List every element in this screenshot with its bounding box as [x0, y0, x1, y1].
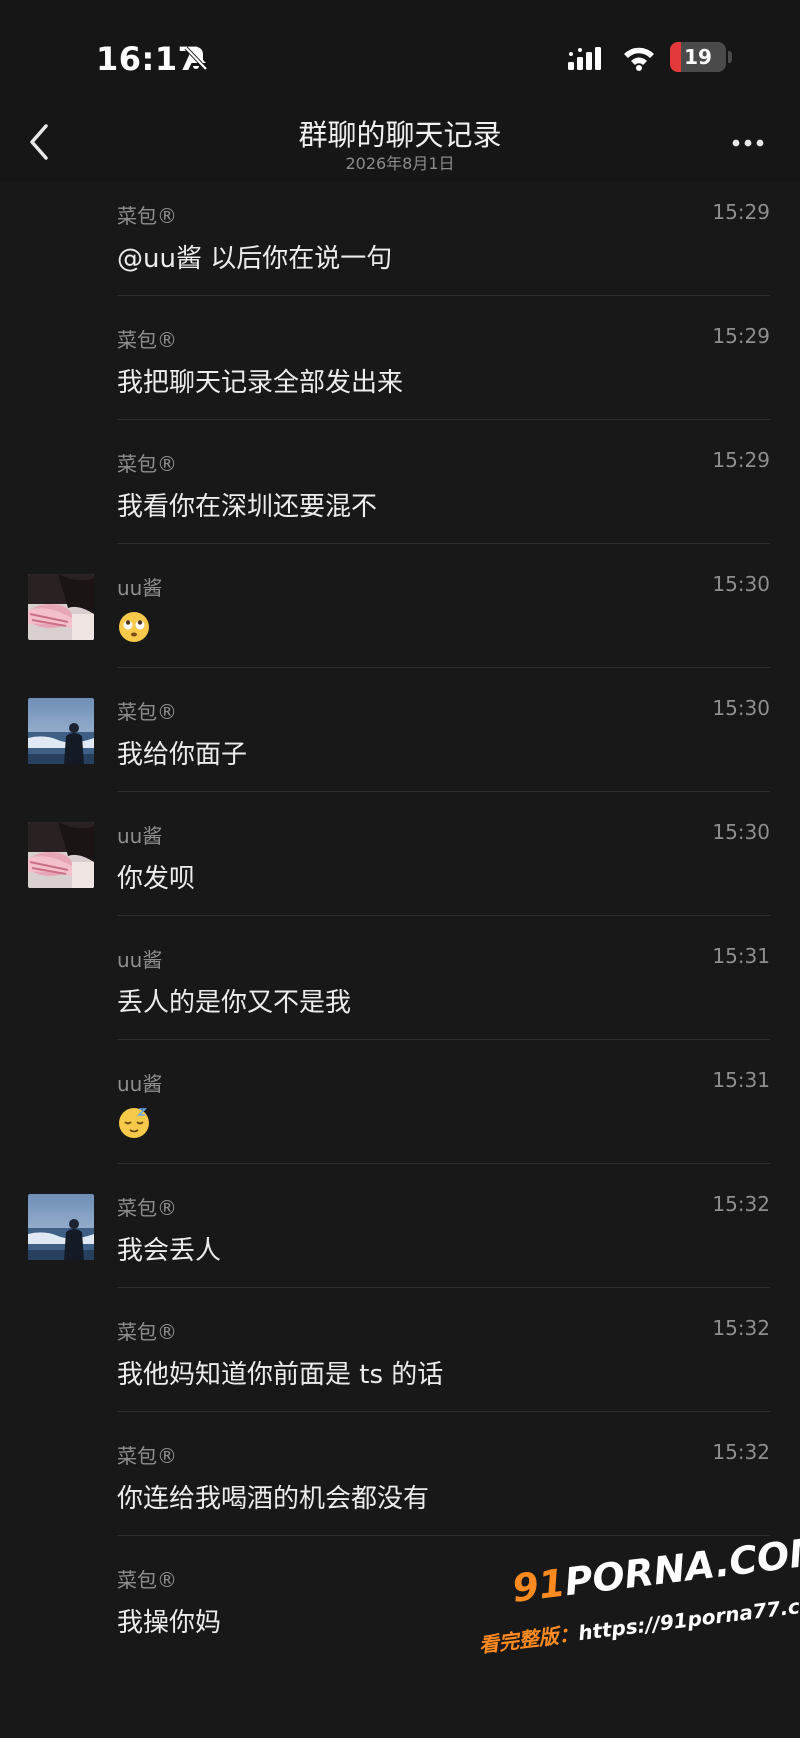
sender-name: 菜包®	[117, 700, 177, 724]
avatar[interactable]	[28, 1194, 94, 1260]
sleeping-emoji-icon	[117, 1106, 151, 1147]
message-time: 15:30	[712, 820, 770, 844]
page-subtitle: 2026年8月1日	[345, 154, 455, 173]
avatar[interactable]	[28, 698, 94, 764]
message-row[interactable]: uu酱 15:31 丢人的是你又不是我	[0, 900, 800, 1040]
cellular-signal-icon	[568, 47, 601, 70]
sender-name: uu酱	[117, 948, 163, 972]
message-text[interactable]: 我操你妈	[117, 1602, 221, 1639]
message-list[interactable]: 菜包®15:29你人设还要不菜包®15:29@uu酱 以后你在说一句菜包®15:…	[0, 0, 800, 1738]
message-time: 15:32	[712, 1192, 770, 1216]
message-time: 15:30	[712, 696, 770, 720]
message-text[interactable]: 你连给我喝酒的机会都没有	[117, 1478, 429, 1515]
sender-name: 菜包®	[117, 204, 177, 228]
sender-name: 菜包®	[117, 452, 177, 476]
message-row[interactable]: 菜包® 15:29 我把聊天记录全部发出来	[0, 280, 800, 420]
avatar[interactable]	[28, 574, 94, 640]
message-time: 15:31	[712, 944, 770, 968]
message-text[interactable]: 我给你面子	[117, 734, 247, 771]
avatar[interactable]	[28, 822, 94, 888]
message-time: 15:32	[712, 1440, 770, 1464]
message-text[interactable]: 丢人的是你又不是我	[117, 982, 351, 1019]
status-bar: 16:17 19	[0, 0, 800, 110]
sender-name: 菜包®	[117, 328, 177, 352]
sender-name: uu酱	[117, 576, 163, 600]
message-time: 15:30	[712, 572, 770, 596]
message-row[interactable]: 菜包® 15:30 我给你面子	[0, 652, 800, 792]
page-title: 群聊的聊天记录	[298, 118, 502, 152]
sender-name: 菜包®	[117, 1444, 177, 1468]
message-text[interactable]: @uu酱 以后你在说一句	[117, 238, 392, 275]
sender-name: 菜包®	[117, 1320, 177, 1344]
message-row[interactable]: uu酱 15:30	[0, 528, 800, 668]
message-text[interactable]: 我把聊天记录全部发出来	[117, 362, 403, 399]
message-text[interactable]: 你发呗	[117, 858, 195, 895]
battery-level: 19	[684, 45, 712, 69]
message-emoji[interactable]	[117, 610, 151, 651]
message-row[interactable]: uu酱 15:30 你发呗	[0, 776, 800, 916]
message-row[interactable]: 菜包® 15:32 我他妈知道你前面是 ts 的话	[0, 1272, 800, 1412]
message-time: 15:29	[712, 324, 770, 348]
message-time: 15:29	[712, 200, 770, 224]
message-row[interactable]: 菜包® 15:32 我会丢人	[0, 1148, 800, 1288]
top-bar: 16:17 19 群聊的聊天记录 2026年8月1日	[0, 0, 800, 182]
message-emoji[interactable]	[117, 1106, 151, 1147]
back-chevron-icon[interactable]	[22, 120, 56, 164]
battery-tip	[728, 51, 732, 63]
more-options-icon[interactable]	[728, 128, 768, 158]
eye-roll-emoji-icon	[117, 610, 151, 651]
wifi-icon	[624, 47, 654, 71]
sender-name: 菜包®	[117, 1196, 177, 1220]
sender-name: uu酱	[117, 1072, 163, 1096]
sender-name: uu酱	[117, 824, 163, 848]
message-row[interactable]: uu酱 15:31	[0, 1024, 800, 1164]
message-time: 15:31	[712, 1068, 770, 1092]
sender-name: 菜包®	[117, 1568, 177, 1592]
message-text[interactable]: 我他妈知道你前面是 ts 的话	[117, 1354, 443, 1391]
message-row[interactable]: 菜包® 15:29 我看你在深圳还要混不	[0, 404, 800, 544]
battery-indicator: 19	[670, 42, 726, 72]
message-time: 15:29	[712, 448, 770, 472]
message-text[interactable]: 我会丢人	[117, 1230, 221, 1267]
message-row[interactable]: 菜包® 15:32 你连给我喝酒的机会都没有	[0, 1396, 800, 1536]
message-time: 15:32	[712, 1316, 770, 1340]
mute-bell-icon	[184, 46, 208, 71]
message-text[interactable]: 我看你在深圳还要混不	[117, 486, 377, 523]
